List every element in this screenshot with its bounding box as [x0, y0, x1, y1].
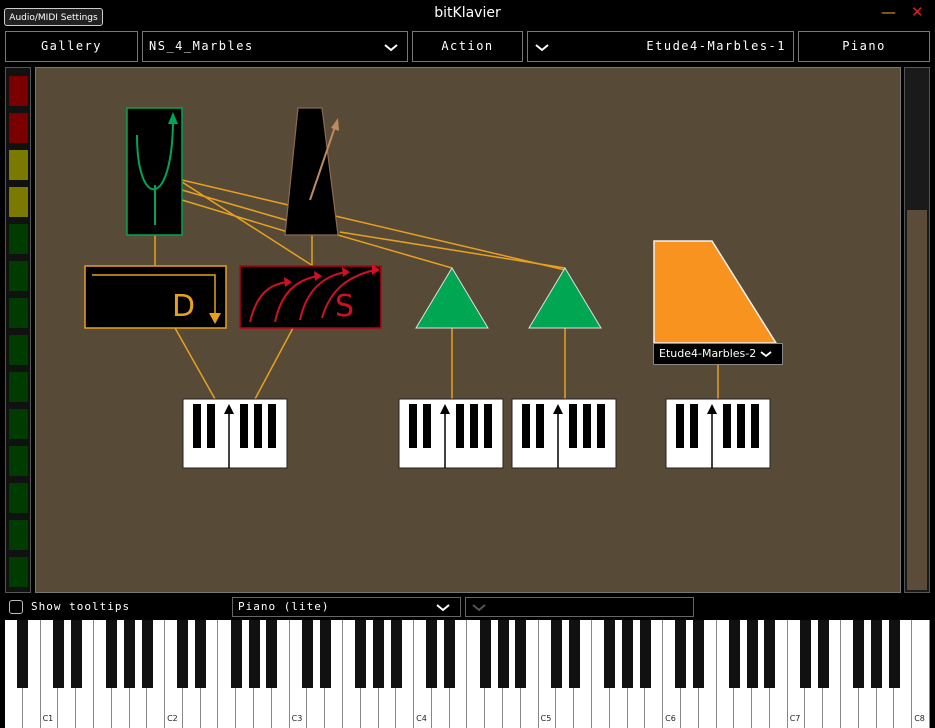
show-tooltips-checkbox[interactable]: [9, 600, 23, 614]
black-key[interactable]: [355, 620, 367, 688]
secondary-select[interactable]: [465, 597, 694, 617]
black-key[interactable]: [675, 620, 687, 688]
black-key[interactable]: [444, 620, 456, 688]
black-key[interactable]: [479, 620, 491, 688]
white-key[interactable]: [912, 620, 930, 728]
keymap-keyboard-icon[interactable]: [398, 398, 504, 469]
black-key[interactable]: [141, 620, 153, 688]
black-key[interactable]: [301, 620, 313, 688]
scrollbar-thumb[interactable]: [907, 210, 927, 590]
black-key[interactable]: [266, 620, 278, 688]
black-key[interactable]: [568, 620, 580, 688]
show-tooltips-label: Show tooltips: [31, 600, 131, 613]
black-key[interactable]: [373, 620, 385, 688]
octave-label: C8: [914, 714, 925, 723]
black-key[interactable]: [853, 620, 865, 688]
keymap-keyboard-icon[interactable]: [665, 398, 771, 469]
black-key[interactable]: [604, 620, 616, 688]
nostalgic-triangle-icon[interactable]: [528, 267, 602, 329]
keymap-keyboard-icon[interactable]: [182, 398, 288, 469]
black-key[interactable]: [319, 620, 331, 688]
black-key[interactable]: [746, 620, 758, 688]
black-key[interactable]: [497, 620, 509, 688]
octave-label: C3: [291, 714, 303, 723]
black-key[interactable]: [622, 620, 634, 688]
black-key[interactable]: [426, 620, 438, 688]
black-key[interactable]: [70, 620, 82, 688]
black-key[interactable]: [248, 620, 260, 688]
black-key[interactable]: [888, 620, 900, 688]
black-key[interactable]: [871, 620, 883, 688]
octave-label: C5: [540, 714, 552, 723]
vertical-scrollbar[interactable]: [904, 67, 930, 593]
direct-letter: D: [172, 289, 195, 324]
black-key[interactable]: [230, 620, 242, 688]
black-key[interactable]: [52, 620, 64, 688]
chevron-down-icon: [472, 604, 486, 612]
tuning-icon[interactable]: [126, 107, 183, 236]
canvas-graph: D S: [84, 107, 778, 469]
piano-map-select[interactable]: Etude4-Marbles-2: [653, 343, 783, 365]
chevron-down-icon: [436, 604, 450, 612]
black-key[interactable]: [17, 620, 29, 688]
chevron-down-icon: [760, 351, 772, 358]
tempo-metronome-icon[interactable]: [284, 107, 339, 236]
keymap-keyboard-icon[interactable]: [511, 398, 617, 469]
black-key[interactable]: [106, 620, 118, 688]
piano-keyboard[interactable]: C1 C2 C3 C4 C5 C6 C7 C8: [5, 620, 930, 728]
sample-select[interactable]: Piano (lite): [232, 597, 461, 617]
piano-map-icon[interactable]: [653, 240, 778, 344]
black-key[interactable]: [177, 620, 189, 688]
black-key[interactable]: [390, 620, 402, 688]
black-key[interactable]: [799, 620, 811, 688]
synchronic-letter: S: [335, 289, 354, 324]
direct-icon[interactable]: [84, 265, 227, 329]
black-key[interactable]: [728, 620, 740, 688]
black-key[interactable]: [693, 620, 705, 688]
sample-value: Piano (lite): [238, 600, 330, 613]
black-key[interactable]: [764, 620, 776, 688]
black-key[interactable]: [817, 620, 829, 688]
black-key[interactable]: [195, 620, 207, 688]
nostalgic-triangle-icon[interactable]: [415, 267, 489, 329]
octave-label: C4: [416, 714, 427, 723]
synchronic-icon[interactable]: [239, 264, 382, 329]
black-key[interactable]: [124, 620, 136, 688]
piano-map-value: Etude4-Marbles-2: [659, 347, 757, 360]
black-key[interactable]: [550, 620, 562, 688]
black-key[interactable]: [515, 620, 527, 688]
octave-label: C6: [665, 714, 676, 723]
octave-label: C1: [42, 714, 54, 723]
octave-label: C7: [789, 714, 801, 723]
octave-label: C2: [167, 714, 178, 723]
black-key[interactable]: [639, 620, 651, 688]
